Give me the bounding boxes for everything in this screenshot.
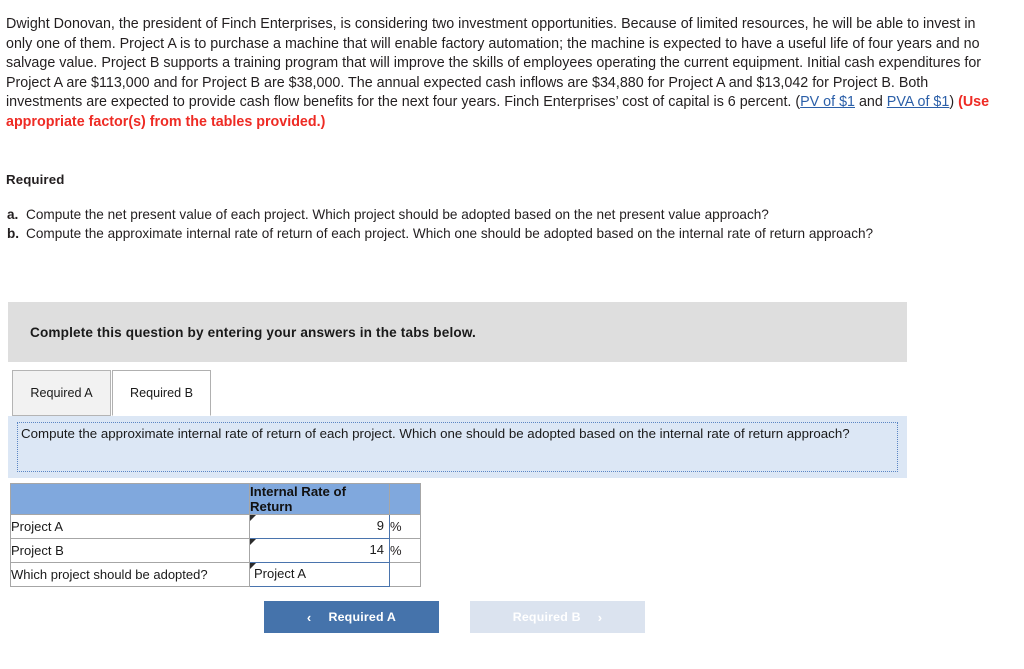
row-label-which-project: Which project should be adopted? xyxy=(10,562,250,587)
header-unit-blank xyxy=(389,483,421,515)
cell-corner-marker-icon xyxy=(250,563,256,569)
required-item-a: a. Compute the net present value of each… xyxy=(4,206,1014,225)
problem-text-after-links: ) xyxy=(949,94,959,111)
next-required-b-label: Required B xyxy=(512,610,581,624)
table-row: Project B 14 % xyxy=(10,538,421,563)
tab-strip: Required A Required B xyxy=(12,370,907,416)
input-project-a-irr[interactable]: 9 xyxy=(249,514,390,539)
next-required-b-button[interactable]: Required B › xyxy=(470,601,645,633)
instruction-banner-text: Complete this question by entering your … xyxy=(30,324,476,340)
row-label-project-a: Project A xyxy=(10,514,250,539)
required-item-b: b. Compute the approximate internal rate… xyxy=(4,225,1014,244)
question-panel: Compute the approximate internal rate of… xyxy=(8,416,907,478)
required-item-a-text: Compute the net present value of each pr… xyxy=(26,207,769,222)
required-list: a. Compute the net present value of each… xyxy=(4,206,1014,243)
table-row: Which project should be adopted? Project… xyxy=(10,562,421,587)
chevron-left-icon: ‹ xyxy=(306,609,312,625)
prev-required-a-label: Required A xyxy=(328,610,397,624)
chevron-right-icon: › xyxy=(597,609,603,625)
header-internal-rate-of-return: Internal Rate of Return xyxy=(249,483,390,515)
problem-statement: Dwight Donovan, the president of Finch E… xyxy=(6,15,998,133)
input-project-b-irr[interactable]: 14 xyxy=(249,538,390,563)
prev-required-a-button[interactable]: ‹ Required A xyxy=(264,601,439,633)
problem-text-between-links: and xyxy=(854,94,887,111)
input-which-project-adopted[interactable]: Project A xyxy=(249,562,390,587)
pv-of-1-link[interactable]: PV of $1 xyxy=(800,94,855,110)
input-project-a-irr-value: 9 xyxy=(376,518,384,533)
input-which-project-adopted-value: Project A xyxy=(254,566,307,581)
tab-required-a-label: Required A xyxy=(30,386,93,400)
unit-project-b: % xyxy=(389,538,421,563)
table-row: Project A 9 % xyxy=(10,514,421,539)
required-item-b-marker: b. xyxy=(7,225,20,241)
pva-of-1-link[interactable]: PVA of $1 xyxy=(887,94,950,110)
cell-corner-marker-icon xyxy=(250,515,256,521)
required-heading: Required xyxy=(6,172,65,187)
question-panel-text: Compute the approximate internal rate of… xyxy=(17,422,898,472)
tab-required-b-label: Required B xyxy=(130,386,194,400)
cell-corner-marker-icon xyxy=(250,539,256,545)
tab-required-a[interactable]: Required A xyxy=(12,370,111,416)
answer-table: Internal Rate of Return Project A 9 % Pr… xyxy=(10,483,421,587)
required-item-b-text: Compute the approximate internal rate of… xyxy=(26,225,874,241)
required-item-a-marker: a. xyxy=(7,207,19,222)
unit-which-project xyxy=(389,562,421,587)
row-label-project-b: Project B xyxy=(10,538,250,563)
instruction-banner: Complete this question by entering your … xyxy=(8,302,907,362)
unit-project-a: % xyxy=(389,514,421,539)
nav-buttons: ‹ Required A Required B › xyxy=(264,601,645,633)
header-blank xyxy=(10,483,250,515)
input-project-b-irr-value: 14 xyxy=(369,542,384,557)
table-header-row: Internal Rate of Return xyxy=(10,483,421,515)
tab-required-b[interactable]: Required B xyxy=(112,370,212,416)
